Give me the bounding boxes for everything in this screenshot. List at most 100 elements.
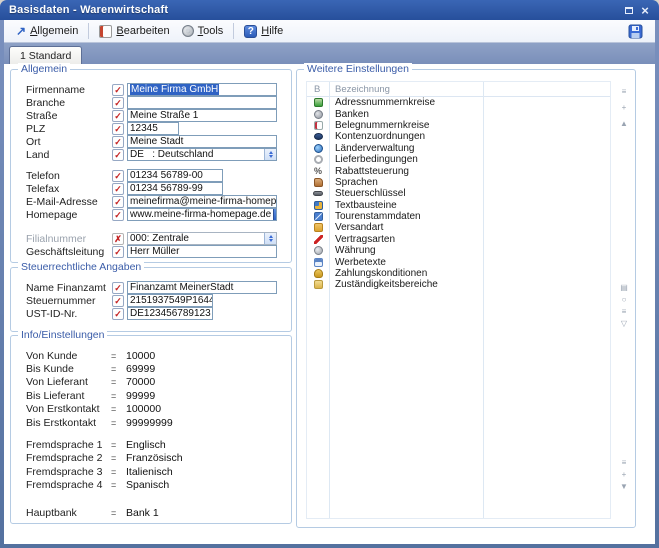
info-row: Fremdsprache 1=Englisch — [11, 438, 291, 451]
app-window: Basisdaten - Warenwirtschaft × ↗ Allgeme… — [0, 0, 659, 548]
strasse-input[interactable]: Meine Straße 1 — [127, 109, 277, 122]
finanzamt-input[interactable]: Finanzamt MeinerStadt — [127, 281, 277, 294]
list-item-textbausteine[interactable]: Textbausteine — [307, 200, 610, 211]
list-item-banken[interactable]: Banken — [307, 108, 610, 119]
spinner-icon[interactable] — [264, 149, 276, 160]
field-row-plz: PLZ ✓ 12345 — [11, 122, 291, 135]
field-row-strasse: Straße ✓ Meine Straße 1 — [11, 109, 291, 122]
blocked-cross-icon[interactable]: ✗ — [112, 233, 124, 245]
apply-check-icon[interactable]: ✓ — [112, 123, 124, 135]
add-icon[interactable]: + — [618, 103, 630, 112]
close-button[interactable]: × — [637, 3, 653, 17]
apply-check-icon[interactable]: ✓ — [112, 84, 124, 96]
spinner-icon[interactable] — [264, 233, 276, 244]
window-title: Basisdaten - Warenwirtschaft — [9, 4, 621, 16]
list-item-waehrung[interactable]: Währung — [307, 245, 610, 256]
firmenname-input[interactable]: Meine Firma GmbH — [127, 83, 277, 96]
collapse-icon[interactable]: ≡ — [618, 87, 630, 96]
apply-check-icon[interactable]: ✓ — [112, 149, 124, 161]
tab-standard[interactable]: 1 Standard — [9, 46, 82, 64]
field-row-branche: Branche ✓ — [11, 96, 291, 109]
parcel-icon — [314, 223, 323, 232]
menu-hilfe[interactable]: ? Hilfe — [238, 23, 289, 40]
apply-check-icon[interactable]: ✓ — [112, 183, 124, 195]
branche-input[interactable] — [127, 96, 277, 109]
titlebar: Basisdaten - Warenwirtschaft × — [0, 0, 659, 20]
column-header-b[interactable]: B — [307, 84, 329, 95]
list-item-vertragsarten[interactable]: Vertragsarten — [307, 234, 610, 245]
menu-tools[interactable]: Tools — [176, 23, 230, 39]
sort-icon[interactable]: ≡ — [618, 307, 630, 316]
apply-check-icon[interactable]: ✓ — [112, 196, 124, 208]
list-item-laenderverwaltung[interactable]: Länderverwaltung — [307, 143, 610, 154]
settings-list: B Bezeichnung Adressnummernkreise Banken… — [306, 81, 611, 519]
telefon-input[interactable]: 01234 56789-00 — [127, 169, 223, 182]
filialnummer-dropdown[interactable]: 000: Zentrale — [127, 232, 277, 245]
group-title: Steuerrechtliche Angaben — [18, 261, 144, 273]
geschaeftsleitung-input[interactable]: Herr Müller — [127, 245, 277, 258]
field-row-homepage: Homepage ✓ www.meine-firma-homepage.de → — [11, 208, 291, 221]
currency-coin-icon — [314, 246, 323, 255]
group-steuer: Steuerrechtliche Angaben Name Finanzamt … — [10, 267, 292, 332]
list-item-zustaendigkeitsbereiche[interactable]: Zuständigkeitsbereiche — [307, 279, 610, 290]
list-item-kontenzuordnungen[interactable]: Kontenzuordnungen — [307, 131, 610, 142]
field-row-ustid: UST-ID-Nr. ✓ DE123456789123 — [11, 307, 291, 320]
list-item-lieferbedingungen[interactable]: Lieferbedingungen — [307, 154, 610, 165]
telefax-input[interactable]: 01234 56789-99 — [127, 182, 223, 195]
column-header-bezeichnung[interactable]: Bezeichnung — [329, 84, 390, 95]
restore-icon — [625, 7, 633, 14]
panel-icon[interactable]: ▤ — [618, 283, 630, 292]
apply-check-icon[interactable]: ✓ — [112, 295, 124, 307]
plz-input[interactable]: 12345 — [127, 122, 179, 135]
apply-check-icon[interactable]: ✓ — [112, 308, 124, 320]
field-row-filialnummer: Filialnummer ✗ 000: Zentrale — [11, 232, 291, 245]
move-up-icon[interactable]: ▲ — [618, 119, 630, 128]
apply-check-icon[interactable]: ✓ — [112, 136, 124, 148]
group-weitere: Weitere Einstellungen B Bezeichnung Adre… — [296, 69, 636, 528]
info-row: Bis Kunde=69999 — [11, 362, 291, 375]
apply-check-icon[interactable]: ✓ — [112, 97, 124, 109]
toolbar-separator — [233, 23, 234, 39]
open-url-icon[interactable]: → — [273, 209, 277, 220]
info-row: Von Erstkontakt=100000 — [11, 403, 291, 416]
save-icon — [628, 24, 643, 39]
ort-input[interactable]: Meine Stadt — [127, 135, 277, 148]
list-item-steuerschluessel[interactable]: Steuerschlüssel — [307, 188, 610, 199]
email-input[interactable]: meinefirma@meine-firma-homepage.de — [127, 195, 277, 208]
list-item-tourenstammdaten[interactable]: Tourenstammdaten — [307, 211, 610, 222]
info-row: Bis Erstkontakt=99999999 — [11, 416, 291, 429]
add-icon[interactable]: + — [618, 470, 630, 479]
homepage-input[interactable]: www.meine-firma-homepage.de → — [127, 208, 277, 221]
menu-bearbeiten[interactable]: Bearbeiten — [93, 23, 175, 40]
apply-check-icon[interactable]: ✓ — [112, 110, 124, 122]
list-item-belegnummernkreise[interactable]: Belegnummernkreise — [307, 120, 610, 131]
column-separator — [329, 82, 330, 518]
move-down-icon[interactable]: ▼ — [618, 482, 630, 491]
apply-check-icon[interactable]: ✓ — [112, 209, 124, 221]
restore-button[interactable] — [621, 3, 637, 17]
save-button[interactable] — [626, 22, 645, 41]
list-icon[interactable]: ≡ — [618, 458, 630, 467]
delivery-ring-icon — [314, 155, 323, 164]
list-item-zahlungskonditionen[interactable]: Zahlungskonditionen — [307, 268, 610, 279]
field-row-land: Land ✓ DE : Deutschland — [11, 148, 291, 161]
field-row-geschaeftsleitung: Geschäftsleitung ✓ Herr Müller — [11, 245, 291, 258]
filter-icon[interactable]: ▽ — [618, 319, 630, 328]
apply-check-icon[interactable]: ✓ — [112, 246, 124, 258]
apply-check-icon[interactable]: ✓ — [112, 170, 124, 182]
search-icon[interactable]: ○ — [618, 295, 630, 304]
menu-allgemein[interactable]: ↗ Allgemein — [10, 22, 84, 40]
list-item-sprachen[interactable]: Sprachen — [307, 177, 610, 188]
tour-map-icon — [314, 212, 323, 221]
list-item-rabattsteuerung[interactable]: %Rabattsteuerung — [307, 165, 610, 176]
land-dropdown[interactable]: DE : Deutschland — [127, 148, 277, 161]
ustid-input[interactable]: DE123456789123 — [127, 307, 213, 320]
field-row-email: E-Mail-Adresse ✓ meinefirma@meine-firma-… — [11, 195, 291, 208]
apply-check-icon[interactable]: ✓ — [112, 282, 124, 294]
list-item-werbetexte[interactable]: Werbetexte — [307, 256, 610, 267]
group-title: Weitere Einstellungen — [304, 63, 412, 75]
list-item-adressnummernkreise[interactable]: Adressnummernkreise — [307, 97, 610, 108]
globe-icon — [314, 144, 323, 153]
steuernummer-input[interactable]: 2151937549P1644 — [127, 294, 213, 307]
list-item-versandart[interactable]: Versandart — [307, 222, 610, 233]
